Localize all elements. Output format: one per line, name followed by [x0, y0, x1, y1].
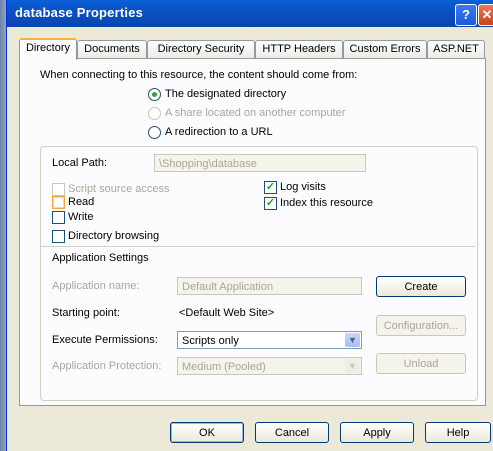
help-button[interactable]: Help: [425, 422, 491, 443]
write-label: Write: [68, 211, 94, 223]
radio-designated-directory[interactable]: [148, 88, 161, 101]
radio-network-share: [148, 107, 161, 120]
window-title: database Properties: [15, 5, 144, 20]
local-path-field: \Shopping\database: [154, 154, 366, 172]
tab-directory[interactable]: Directory: [19, 38, 77, 60]
close-icon[interactable]: ✕: [478, 4, 493, 26]
tab-documents[interactable]: Documents: [77, 40, 147, 58]
checkbox-index-resource[interactable]: ✓: [264, 197, 277, 210]
execute-permissions-select[interactable]: Scripts only ▼: [177, 331, 362, 349]
chevron-down-icon[interactable]: ▼: [345, 333, 360, 347]
script-source-access-label: Script source access: [68, 183, 170, 195]
checkbox-script-source-access: [52, 183, 65, 196]
configuration-button: Configuration...: [376, 315, 466, 336]
tab-http-headers[interactable]: HTTP Headers: [255, 40, 343, 58]
read-label: Read: [68, 196, 95, 208]
log-visits-label: Log visits: [280, 181, 326, 193]
execute-permissions-value: Scripts only: [182, 335, 239, 347]
execute-permissions-label: Execute Permissions:: [52, 334, 158, 346]
starting-point-label: Starting point:: [52, 307, 120, 319]
index-resource-label: Index this resource: [280, 197, 373, 209]
apply-button[interactable]: Apply: [340, 422, 414, 443]
properties-dialog: database Properties ? ✕ Directory Docume…: [6, 0, 493, 451]
cancel-button[interactable]: Cancel: [255, 422, 329, 443]
tab-custom-errors[interactable]: Custom Errors: [343, 40, 427, 58]
tab-directory-security[interactable]: Directory Security: [147, 40, 255, 58]
local-path-label: Local Path:: [52, 157, 108, 169]
radio-url-redirect[interactable]: [148, 126, 161, 139]
checkbox-read[interactable]: [52, 196, 65, 209]
starting-point-value: <Default Web Site>: [179, 307, 275, 319]
ok-button[interactable]: OK: [170, 422, 244, 443]
radio-url-redirect-label: A redirection to a URL: [165, 126, 273, 138]
app-protection-select: Medium (Pooled) ▼: [177, 357, 362, 375]
checkbox-directory-browsing[interactable]: [52, 230, 65, 243]
app-protection-value: Medium (Pooled): [182, 361, 266, 373]
section-divider: [41, 246, 475, 248]
create-button[interactable]: Create: [376, 276, 466, 297]
content-source-prompt: When connecting to this resource, the co…: [40, 69, 358, 81]
title-bar[interactable]: database Properties ? ✕: [7, 0, 493, 27]
app-name-label: Application name:: [52, 280, 140, 292]
tab-aspnet[interactable]: ASP.NET: [427, 40, 485, 58]
checkbox-log-visits[interactable]: ✓: [264, 181, 277, 194]
directory-tab-panel: When connecting to this resource, the co…: [19, 58, 486, 406]
chevron-down-icon: ▼: [345, 359, 360, 373]
app-settings-title: Application Settings: [52, 252, 149, 264]
app-protection-label: Application Protection:: [52, 360, 162, 372]
directory-browsing-label: Directory browsing: [68, 230, 160, 242]
radio-designated-directory-label: The designated directory: [165, 88, 287, 100]
help-icon[interactable]: ?: [455, 4, 477, 26]
checkbox-write[interactable]: [52, 211, 65, 224]
unload-button: Unload: [376, 353, 466, 374]
app-name-field: Default Application: [177, 277, 362, 295]
radio-network-share-label: A share located on another computer: [165, 107, 346, 119]
